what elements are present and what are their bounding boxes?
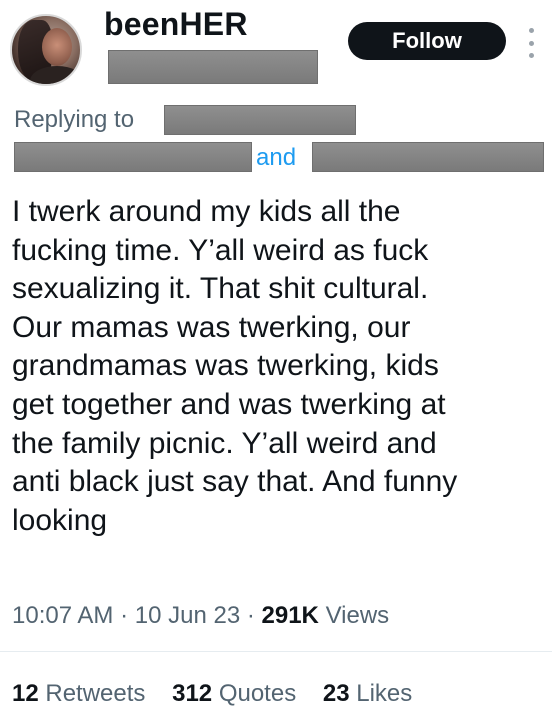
redacted-handle [108,50,318,84]
views-count: 291K [261,602,319,629]
tweet-text-line: the family picnic. Y’all weird and [12,426,437,460]
tweet-text-line: Our mamas was twerking, our [12,310,411,344]
quotes-stat[interactable]: 312 Quotes [172,680,296,708]
divider [0,651,552,652]
follow-button[interactable]: Follow [348,22,506,60]
quotes-count: 312 [172,680,213,707]
tweet-time[interactable]: 10:07 AM [12,602,113,629]
tweet-text-line: fucking time. Y’all weird as fuck [12,233,429,267]
tweet-text-line: get together and was twerking at [12,387,446,421]
tweet-meta: 10:07 AM · 10 Jun 23 · 291K Views [12,602,389,630]
engagement-stats: 12 Retweets 312 Quotes 23 Likes [12,680,432,708]
retweets-label: Retweets [45,680,146,707]
meta-separator: · [246,602,262,629]
meta-separator: · [120,602,135,629]
quotes-label: Quotes [218,680,297,707]
tweet-text-line: grandmamas was twerking, kids [12,349,439,383]
redacted-reply-handle [14,142,252,172]
tweet-text: I twerk around my kids all the fucking t… [12,193,548,540]
author-display-name[interactable]: beenHER [104,6,248,43]
retweets-count: 12 [12,680,39,707]
tweet-text-line: I twerk around my kids all the [12,195,401,228]
likes-count: 23 [322,680,350,707]
likes-label: Likes [356,680,413,707]
redacted-reply-handle [312,142,544,172]
tweet-text-line: anti black just say that. And funny [12,465,458,499]
tweet: beenHER Follow Replying to and I twerk a… [0,0,552,711]
tweet-date[interactable]: 10 Jun 23 [135,602,240,629]
more-options-icon[interactable] [526,28,536,58]
avatar[interactable] [10,14,82,86]
views-label: Views [325,602,390,629]
tweet-text-line: looking [12,503,108,537]
redacted-reply-handle [164,105,356,135]
replying-to-label: Replying to [14,106,135,133]
tweet-text-line: sexualizing it. That shit cultural. [12,272,429,306]
retweets-stat[interactable]: 12 Retweets [12,680,145,708]
reply-and-label: and [256,144,297,171]
likes-stat[interactable]: 23 Likes [323,680,412,708]
